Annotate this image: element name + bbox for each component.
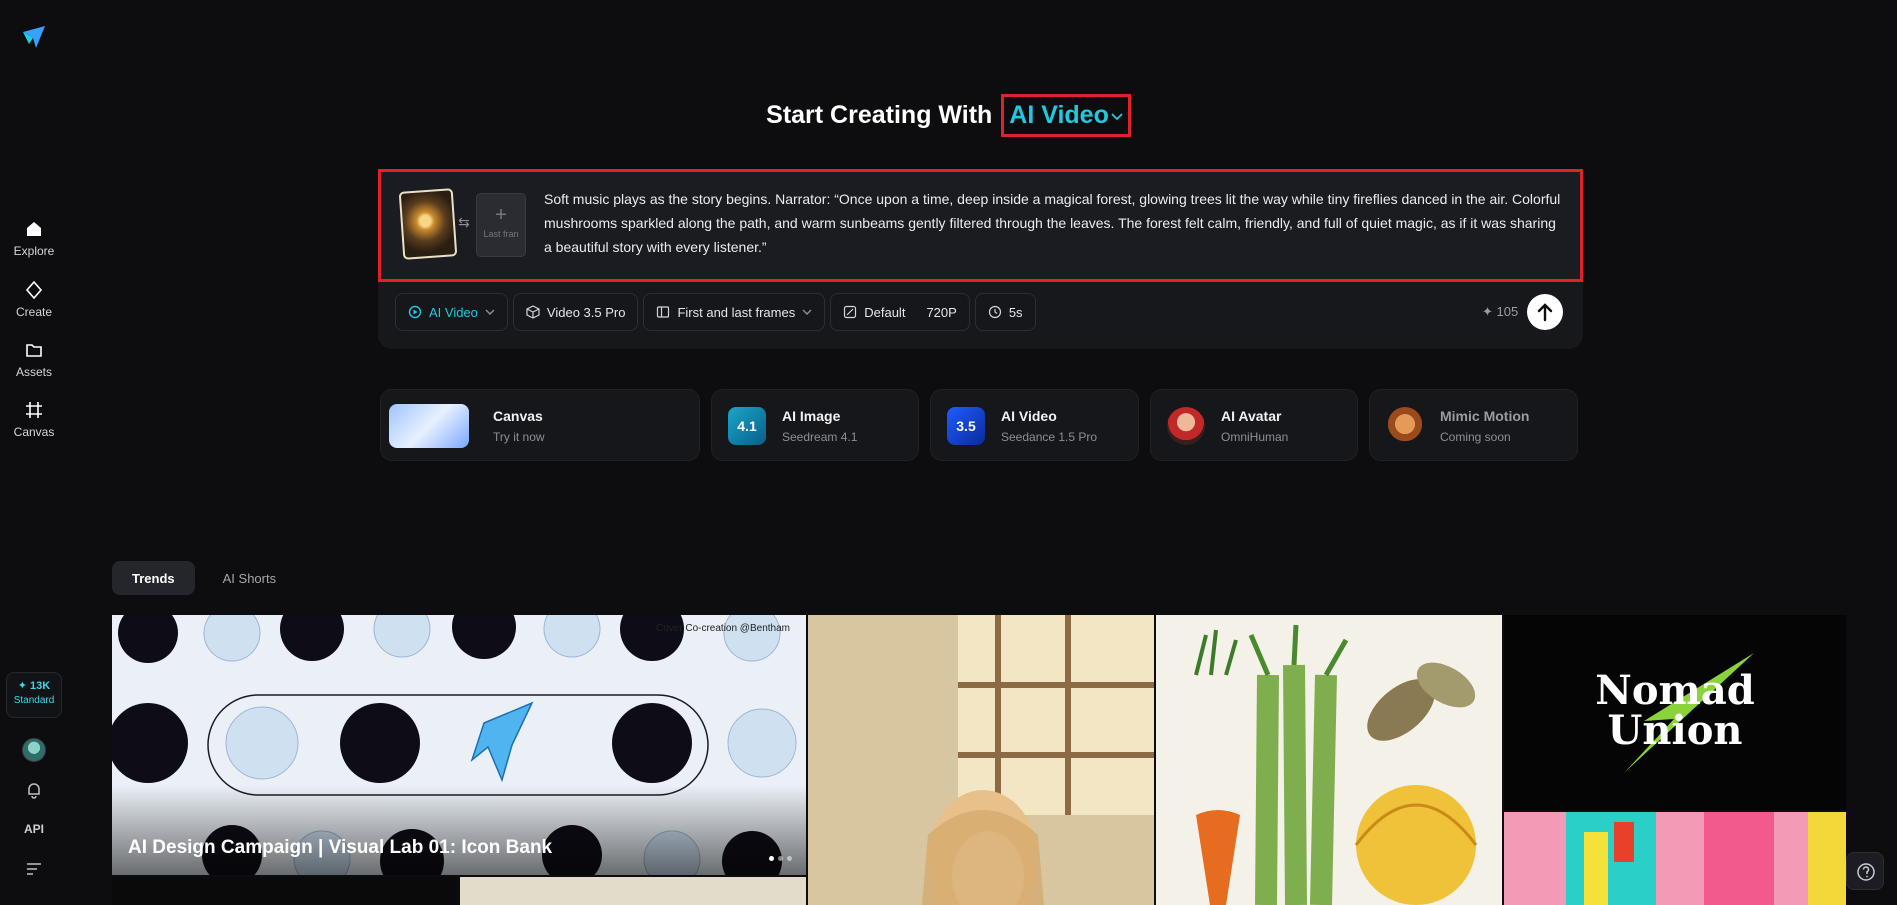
- duration-select[interactable]: 5s: [974, 293, 1036, 331]
- sidebar-item-label: Create: [15, 305, 53, 319]
- prompt-text[interactable]: Soft music plays as the story begins. Na…: [544, 187, 1562, 259]
- vegetables-artwork: [1156, 615, 1502, 905]
- nomad-union-logo: Nomad Union: [1595, 667, 1755, 754]
- ai-avatar-icon: [1167, 407, 1205, 445]
- plan-tier: Standard: [13, 695, 55, 706]
- generate-button[interactable]: [1527, 294, 1563, 330]
- tool-card-ai-avatar[interactable]: AI Avatar OmniHuman: [1150, 389, 1358, 461]
- credits-badge[interactable]: ✦ 13K Standard: [6, 672, 62, 718]
- cube-icon: [526, 305, 540, 319]
- card-title: AI Avatar: [1221, 408, 1282, 424]
- gallery-card-sketch[interactable]: [460, 877, 806, 905]
- model-label: Video 3.5 Pro: [546, 304, 626, 320]
- tool-card-ai-image[interactable]: 4.1 AI Image Seedream 4.1: [711, 389, 919, 461]
- frames-icon: [657, 306, 670, 318]
- gallery-card-vegetables[interactable]: [1156, 615, 1502, 905]
- sidebar-item-label: Assets: [15, 365, 52, 379]
- help-button[interactable]: [1846, 852, 1884, 890]
- card-title: Canvas: [493, 408, 543, 424]
- generation-toolbar: AI Video Video 3.5 Pro First and last fr…: [395, 293, 1036, 331]
- card-title: AI Image: [782, 408, 841, 424]
- first-frame-thumbnail[interactable]: [398, 188, 458, 260]
- credit-cost: ✦ 105: [1482, 304, 1519, 319]
- folder-icon: [26, 344, 42, 357]
- resolution-label: 720P: [926, 304, 957, 320]
- video-icon: [408, 305, 422, 319]
- sidebar-item-assets[interactable]: Assets: [0, 341, 68, 381]
- page-title: Start Creating With AI Video: [0, 94, 1897, 137]
- ai-image-icon: 4.1: [728, 407, 766, 445]
- ratio-resolution-select[interactable]: Default 720P: [830, 293, 970, 331]
- bell-icon[interactable]: [24, 780, 44, 800]
- featured-caption: AI Design Campaign | Visual Lab 01: Icon…: [128, 837, 553, 858]
- card-title: AI Video: [1001, 408, 1057, 424]
- aspect-ratio-icon: [844, 305, 857, 319]
- api-link[interactable]: API: [0, 822, 68, 836]
- gallery-card-abstract[interactable]: [1504, 812, 1846, 905]
- canvas-thumbnail: [389, 404, 469, 448]
- tab-ai-shorts[interactable]: AI Shorts: [203, 561, 296, 595]
- sparkle-icon: [25, 281, 43, 299]
- card-subtitle: Coming soon: [1440, 430, 1511, 444]
- logo-icon[interactable]: [20, 22, 48, 50]
- tool-card-ai-video[interactable]: 3.5 AI Video Seedance 1.5 Pro: [930, 389, 1139, 461]
- sidebar-item-label: Explore: [13, 244, 55, 258]
- last-frame-slot[interactable]: + Last fran: [476, 193, 526, 257]
- abstract-artwork: [1504, 812, 1846, 905]
- sidebar-item-label: Canvas: [13, 425, 55, 439]
- duration-label: 5s: [1008, 304, 1023, 320]
- plus-icon: +: [495, 204, 507, 226]
- canvas-icon: [26, 402, 42, 418]
- ratio-label: Default: [864, 304, 906, 320]
- tool-card-mimic-motion: Mimic Motion Coming soon: [1369, 389, 1578, 461]
- cover-credit: Cover Co-creation @Bentham: [655, 623, 790, 634]
- avatar[interactable]: [22, 738, 46, 762]
- caption-gradient: [112, 785, 806, 875]
- chevron-down-icon: [1111, 113, 1123, 121]
- arrow-up-icon: [1537, 303, 1553, 322]
- frames-select[interactable]: First and last frames: [643, 293, 826, 331]
- tool-card-canvas[interactable]: Canvas Try it now: [380, 389, 700, 461]
- chevron-down-icon: [802, 309, 812, 315]
- mode-select[interactable]: AI Video: [395, 293, 508, 331]
- card-subtitle: Seedream 4.1: [782, 430, 858, 444]
- credits-amount: ✦ 13K: [17, 680, 51, 692]
- title-prefix: Start Creating With: [766, 101, 993, 129]
- frames-label: First and last frames: [677, 304, 796, 320]
- portrait-artwork: [808, 615, 1154, 905]
- gallery-card-nomad-union[interactable]: Nomad Union: [1504, 615, 1846, 810]
- feed-tabs: Trends AI Shorts: [112, 561, 296, 595]
- ai-video-icon: 3.5: [947, 407, 985, 445]
- sidebar-item-canvas[interactable]: Canvas: [0, 401, 68, 441]
- gallery-card-dark[interactable]: [112, 877, 458, 905]
- mode-select-label: AI Video: [429, 304, 478, 320]
- model-select[interactable]: Video 3.5 Pro: [512, 293, 639, 331]
- mode-label: AI Video: [1009, 101, 1109, 129]
- card-subtitle: OmniHuman: [1221, 430, 1289, 444]
- gallery-featured-card[interactable]: Cover Co-creation @Bentham AI Design Cam…: [112, 615, 806, 875]
- card-subtitle: Seedance 1.5 Pro: [1001, 430, 1098, 444]
- carousel-dots[interactable]: [769, 856, 792, 861]
- last-frame-label: Last fran: [483, 229, 519, 239]
- mimic-motion-icon: [1386, 407, 1424, 445]
- card-title: Mimic Motion: [1440, 408, 1530, 424]
- mode-dropdown[interactable]: AI Video: [1001, 94, 1131, 137]
- menu-icon[interactable]: [26, 862, 42, 876]
- clock-icon: [988, 305, 1001, 319]
- home-icon: [27, 222, 41, 236]
- swap-frames-icon[interactable]: ⇆: [458, 214, 470, 231]
- chevron-down-icon: [485, 309, 495, 315]
- help-icon: [1857, 863, 1875, 881]
- card-subtitle: Try it now: [493, 430, 545, 444]
- tab-trends[interactable]: Trends: [112, 561, 195, 595]
- gallery-card-portrait[interactable]: [808, 615, 1154, 905]
- sidebar-item-explore[interactable]: Explore: [0, 220, 68, 260]
- sidebar-item-create[interactable]: Create: [0, 281, 68, 321]
